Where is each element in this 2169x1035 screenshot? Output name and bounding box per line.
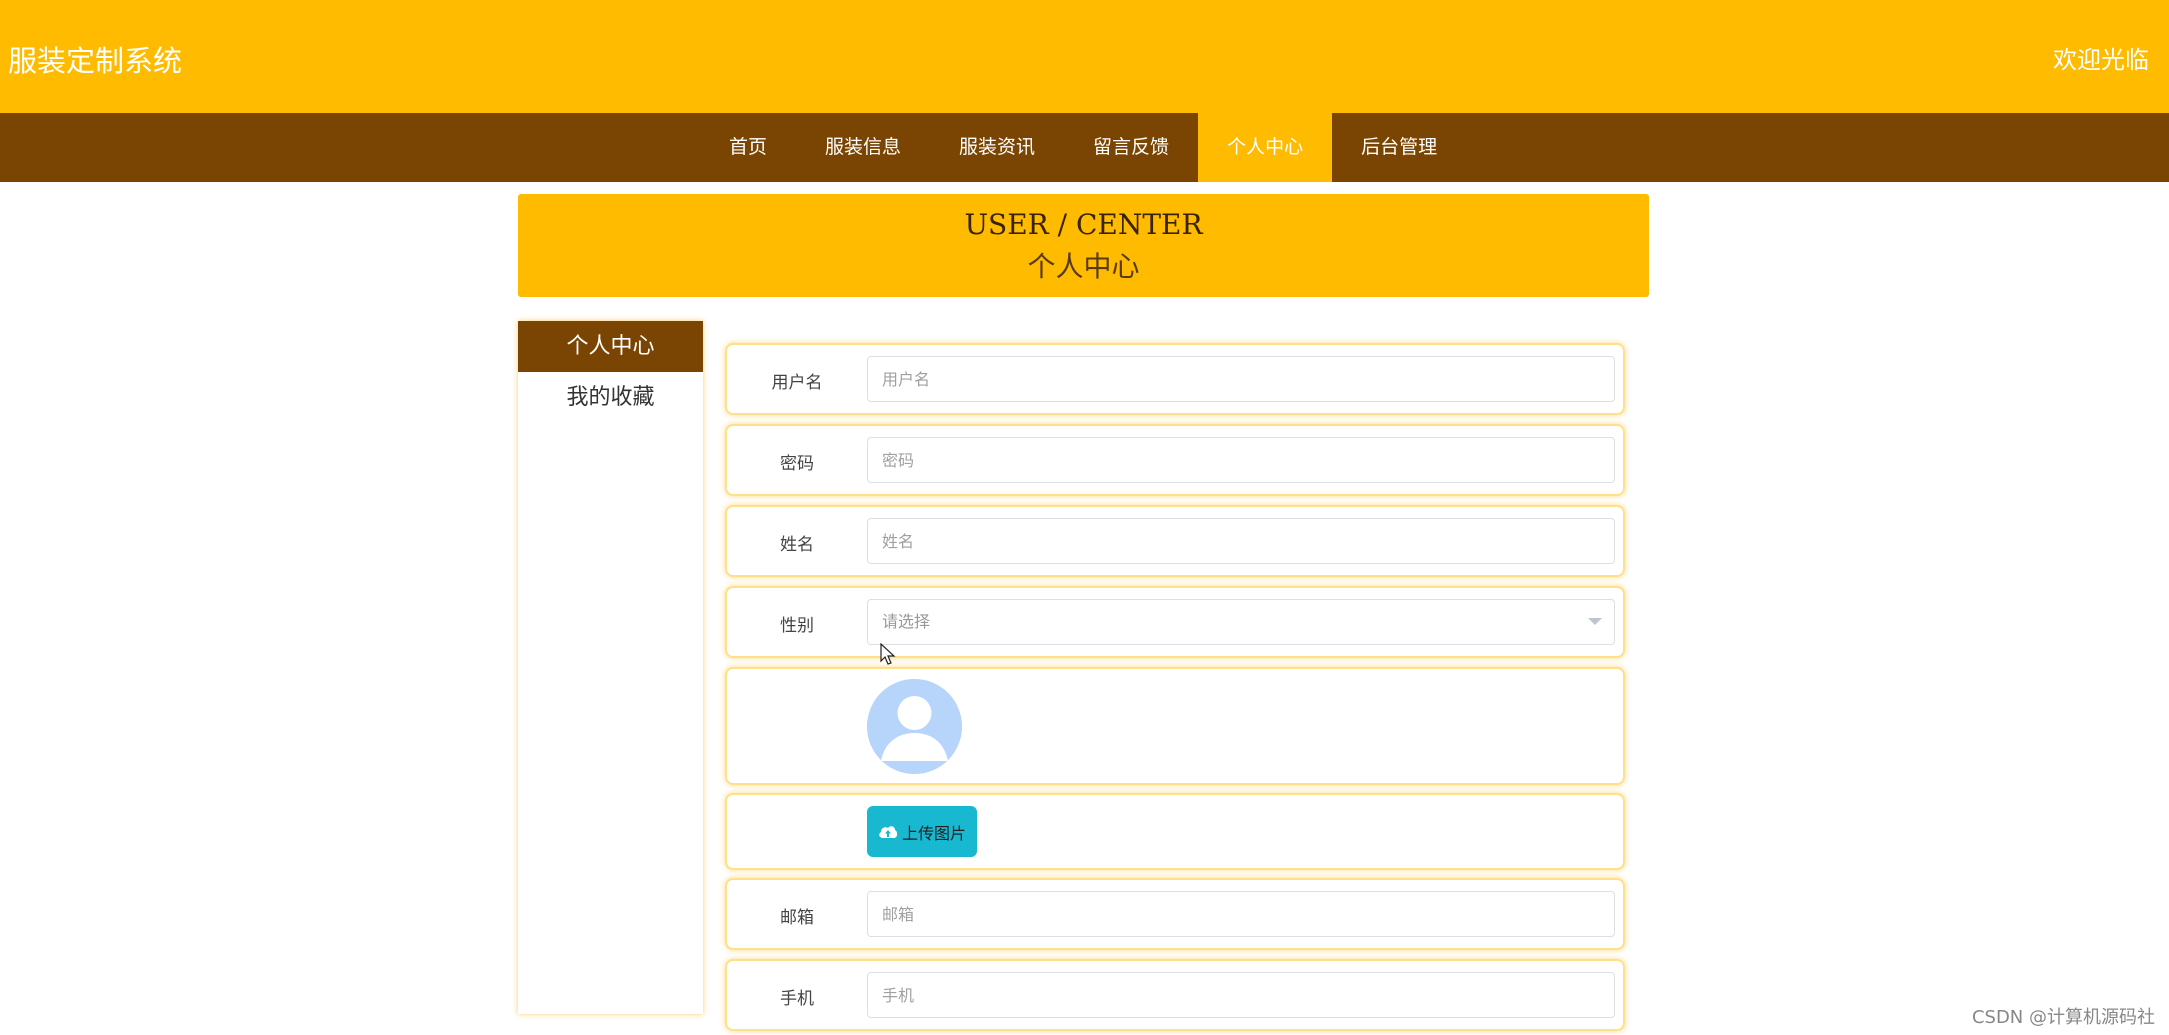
- main-nav: 首页 服装信息 服装资讯 留言反馈 个人中心 后台管理: [0, 113, 2169, 182]
- chevron-down-icon: [1588, 618, 1602, 625]
- page-banner: USER / CENTER 个人中心: [518, 194, 1649, 297]
- site-title: 服装定制系统: [8, 44, 183, 78]
- gender-label: 性别: [780, 616, 814, 636]
- phone-row: 手机: [725, 959, 1625, 1031]
- password-label: 密码: [780, 454, 814, 474]
- nav-item-user-center[interactable]: 个人中心: [1198, 113, 1333, 182]
- sidebar-item-favorites[interactable]: 我的收藏: [518, 372, 703, 423]
- nav-item-clothing-info[interactable]: 服装信息: [796, 113, 930, 182]
- email-input[interactable]: [867, 891, 1615, 937]
- cloud-upload-icon: [879, 825, 898, 838]
- email-row: 邮箱: [725, 878, 1625, 950]
- gender-select-value: 请选择: [882, 612, 931, 631]
- sidebar-item-user-center[interactable]: 个人中心: [518, 321, 703, 372]
- phone-label: 手机: [780, 989, 814, 1009]
- nav-item-feedback[interactable]: 留言反馈: [1064, 113, 1198, 182]
- upload-row: 上传图片: [725, 793, 1625, 870]
- phone-input[interactable]: [867, 972, 1615, 1018]
- top-header: 服装定制系统 欢迎光临: [0, 0, 2169, 113]
- avatar-row: [725, 667, 1625, 785]
- banner-title-cn: 个人中心: [1027, 250, 1140, 283]
- email-label: 邮箱: [780, 908, 814, 928]
- avatar: [867, 679, 962, 774]
- username-input[interactable]: [867, 356, 1615, 402]
- sidebar: 个人中心 我的收藏: [518, 321, 703, 1014]
- watermark: CSDN @计算机源码社: [1971, 1007, 2155, 1028]
- banner-title-en: USER / CENTER: [964, 208, 1203, 241]
- password-row: 密码: [725, 424, 1625, 496]
- username-row: 用户名: [725, 343, 1625, 415]
- name-row: 姓名: [725, 505, 1625, 577]
- upload-button-label: 上传图片: [901, 823, 966, 843]
- mouse-cursor-icon: [880, 643, 896, 665]
- welcome-text: 欢迎光临: [2053, 46, 2149, 74]
- nav-item-home[interactable]: 首页: [700, 113, 796, 182]
- password-input[interactable]: [867, 437, 1615, 483]
- user-silhouette-icon: [867, 679, 962, 774]
- nav-item-admin[interactable]: 后台管理: [1332, 113, 1466, 182]
- gender-row: 性别 请选择: [725, 586, 1625, 658]
- upload-image-button[interactable]: 上传图片: [867, 806, 977, 857]
- username-label: 用户名: [771, 373, 823, 393]
- name-label: 姓名: [780, 535, 814, 555]
- nav-item-clothing-news[interactable]: 服装资讯: [930, 113, 1064, 182]
- gender-select[interactable]: 请选择: [867, 599, 1615, 645]
- name-input[interactable]: [867, 518, 1615, 564]
